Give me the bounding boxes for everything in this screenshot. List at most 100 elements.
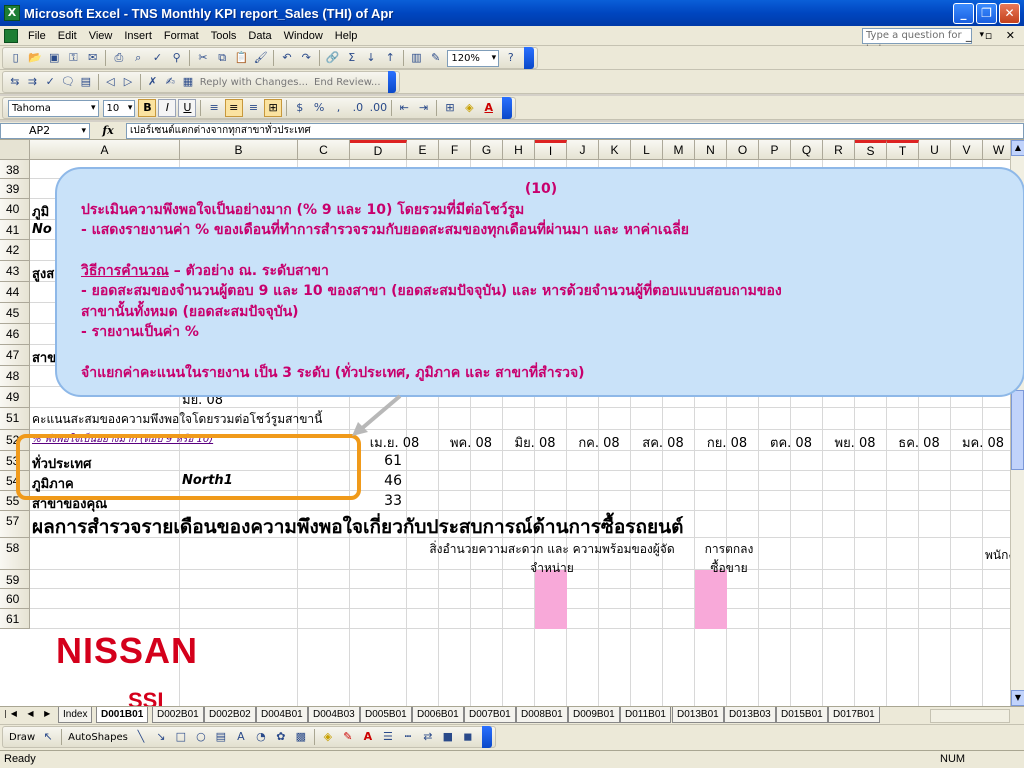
row-header-43[interactable]: 43 bbox=[0, 261, 30, 282]
column-header-p[interactable]: P bbox=[759, 140, 791, 160]
sheet-tab-d011b01[interactable]: D011B01 bbox=[620, 707, 671, 723]
comma-button[interactable]: , bbox=[331, 100, 346, 116]
report-heading[interactable]: ผลการสำรวจรายเดือนของความพึงพอใจเกี่ยวกั… bbox=[32, 512, 683, 542]
underline-button[interactable]: U bbox=[178, 99, 197, 117]
shadow-icon[interactable]: ■ bbox=[440, 729, 456, 745]
sheet-tab-d005b01[interactable]: D005B01 bbox=[360, 707, 412, 723]
menu-help[interactable]: Help bbox=[329, 30, 364, 42]
fill-color-icon[interactable]: ◈ bbox=[462, 100, 477, 116]
scroll-up-icon[interactable]: ▲ bbox=[1011, 140, 1024, 156]
scroll-down-icon[interactable]: ▼ bbox=[1011, 690, 1024, 706]
sheet-tab-d009b01[interactable]: D009B01 bbox=[568, 707, 620, 723]
merge-center-button[interactable]: ⊞ bbox=[264, 99, 283, 117]
sort-ascending-icon[interactable]: ↓ bbox=[363, 50, 378, 66]
line-icon[interactable]: ╲ bbox=[133, 729, 149, 745]
column-header-q[interactable]: Q bbox=[791, 140, 823, 160]
column-header-i[interactable]: I bbox=[535, 140, 567, 160]
sheet-tab-d017b01[interactable]: D017B01 bbox=[828, 707, 880, 723]
autosum-icon[interactable]: Σ bbox=[344, 50, 359, 66]
row-header-48[interactable]: 48 bbox=[0, 366, 30, 387]
toolbar-options-handle[interactable] bbox=[524, 47, 534, 69]
insert-function-icon[interactable]: fx bbox=[90, 124, 126, 137]
cell-d55[interactable]: 33 bbox=[352, 493, 402, 509]
save-icon[interactable]: ▣ bbox=[47, 50, 62, 66]
help-icon[interactable]: ? bbox=[503, 50, 518, 66]
email-icon[interactable]: ✉ bbox=[85, 50, 100, 66]
sheet-tab-d002b02[interactable]: D002B02 bbox=[204, 707, 256, 723]
dash-style-icon[interactable]: ┅ bbox=[400, 729, 416, 745]
copy-icon[interactable]: ⧉ bbox=[215, 50, 230, 66]
end-review-button[interactable]: End Review... bbox=[311, 77, 383, 88]
merge-icon[interactable]: ⇉ bbox=[26, 74, 40, 90]
line-style-icon[interactable]: ☰ bbox=[380, 729, 396, 745]
menu-view[interactable]: View bbox=[83, 30, 119, 42]
wordart-icon[interactable]: A bbox=[233, 729, 249, 745]
cell-a51[interactable]: คะแนนสะสมของความพึงพอใจโดยรวมต่อโชว์รูมส… bbox=[32, 410, 322, 429]
sheet-tab-d001b01[interactable]: D001B01 bbox=[96, 707, 149, 723]
column-header-h[interactable]: H bbox=[503, 140, 535, 160]
decrease-indent-icon[interactable]: ⇤ bbox=[397, 100, 412, 116]
clipart-icon[interactable]: ✿ bbox=[273, 729, 289, 745]
oval-icon[interactable]: ○ bbox=[193, 729, 209, 745]
column-header-j[interactable]: J bbox=[567, 140, 599, 160]
row-header-44[interactable]: 44 bbox=[0, 282, 30, 303]
column-header-s[interactable]: S bbox=[855, 140, 887, 160]
row-header-45[interactable]: 45 bbox=[0, 303, 30, 324]
paste-icon[interactable]: 📋 bbox=[234, 50, 249, 66]
scroll-thumb[interactable] bbox=[1011, 390, 1024, 470]
help-search-input[interactable]: Type a question for help bbox=[862, 28, 972, 55]
menu-edit[interactable]: Edit bbox=[52, 30, 83, 42]
comment-icon[interactable]: 🗨 bbox=[61, 74, 75, 90]
column-header-e[interactable]: E bbox=[407, 140, 439, 160]
sheet-tab-d004b03[interactable]: D004B03 bbox=[308, 707, 360, 723]
increase-indent-icon[interactable]: ⇥ bbox=[416, 100, 431, 116]
menu-window[interactable]: Window bbox=[278, 30, 329, 42]
name-box[interactable]: AP2 bbox=[0, 122, 90, 139]
column-header-t[interactable]: T bbox=[887, 140, 919, 160]
increase-decimal-icon[interactable]: .0 bbox=[350, 100, 365, 116]
decrease-decimal-icon[interactable]: .00 bbox=[370, 100, 388, 116]
formula-input[interactable]: เปอร์เซนต์แตกต่างจากทุกสาขาทั่วประเทศ bbox=[126, 122, 1024, 139]
sheet-tab-d013b01[interactable]: D013B01 bbox=[672, 707, 724, 723]
month-header[interactable]: กย. 08 bbox=[695, 432, 759, 453]
ink-icon[interactable]: ✍ bbox=[163, 74, 177, 90]
column-header-d[interactable]: D bbox=[350, 140, 407, 160]
cell-a40[interactable]: ภูมิ bbox=[32, 201, 49, 222]
sheet-tab-d013b03[interactable]: D013B03 bbox=[724, 707, 776, 723]
diagram-icon[interactable]: ◔ bbox=[253, 729, 269, 745]
row-header-39[interactable]: 39 bbox=[0, 179, 30, 199]
month-header[interactable]: พย. 08 bbox=[823, 432, 887, 453]
menu-data[interactable]: Data bbox=[242, 30, 277, 42]
zoom-select[interactable]: 120% bbox=[447, 49, 500, 67]
rectangle-icon[interactable]: □ bbox=[173, 729, 189, 745]
column-header-c[interactable]: C bbox=[298, 140, 350, 160]
fill-color-icon[interactable]: ◈ bbox=[320, 729, 336, 745]
row-header-60[interactable]: 60 bbox=[0, 589, 30, 609]
cut-icon[interactable]: ✂ bbox=[195, 50, 210, 66]
align-center-button[interactable]: ≡ bbox=[224, 99, 243, 117]
draw-menu-button[interactable]: Draw bbox=[6, 732, 38, 743]
line-color-icon[interactable]: ✎ bbox=[340, 729, 356, 745]
redo-icon[interactable]: ↷ bbox=[299, 50, 314, 66]
restore-button[interactable]: ❐ bbox=[976, 3, 997, 24]
reply-with-changes-button[interactable]: Reply with Changes... bbox=[197, 77, 311, 88]
font-color-icon[interactable]: A bbox=[481, 100, 496, 116]
row-header-46[interactable]: 46 bbox=[0, 324, 30, 345]
research-icon[interactable]: ⚲ bbox=[169, 50, 184, 66]
italic-button[interactable]: I bbox=[158, 99, 177, 117]
column-header-o[interactable]: O bbox=[727, 140, 759, 160]
month-header[interactable]: ธค. 08 bbox=[887, 432, 951, 453]
arrow-style-icon[interactable]: ⇄ bbox=[420, 729, 436, 745]
month-header[interactable]: พค. 08 bbox=[439, 432, 503, 453]
minimize-button[interactable]: _ bbox=[953, 3, 974, 24]
column-header-n[interactable]: N bbox=[695, 140, 727, 160]
percent-button[interactable]: % bbox=[311, 100, 326, 116]
column-header-k[interactable]: K bbox=[599, 140, 631, 160]
hyperlink-icon[interactable]: 🔗 bbox=[325, 50, 340, 66]
column-header-b[interactable]: B bbox=[180, 140, 298, 160]
column-header-m[interactable]: M bbox=[663, 140, 695, 160]
horizontal-scrollbar[interactable] bbox=[930, 709, 1010, 723]
sheet-tab-d006b01[interactable]: D006B01 bbox=[412, 707, 464, 723]
picture-icon[interactable]: ▩ bbox=[293, 729, 309, 745]
textbox-icon[interactable]: ▤ bbox=[213, 729, 229, 745]
